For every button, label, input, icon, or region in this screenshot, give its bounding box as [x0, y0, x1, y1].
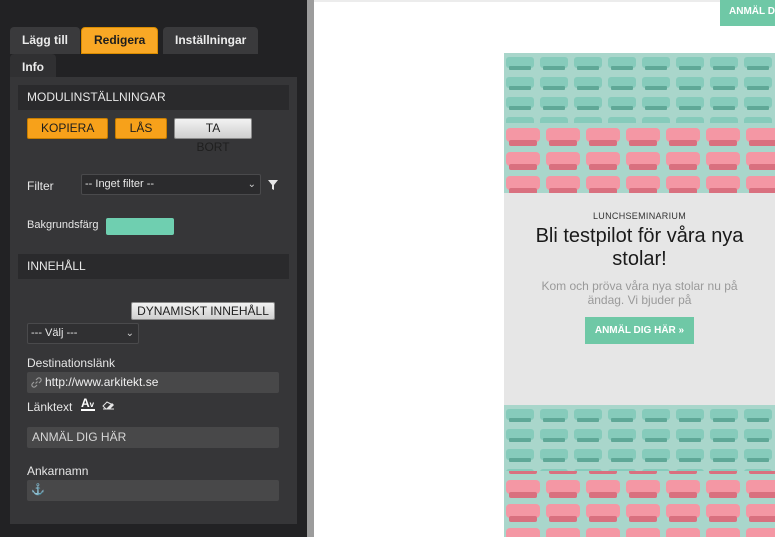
- module-settings-header: MODULINSTÄLLNINGAR: [18, 85, 289, 110]
- destination-link-label: Destinationslänk: [27, 356, 116, 370]
- tab-settings[interactable]: Inställningar: [163, 27, 259, 54]
- chevron-down-icon: ⌄: [125, 328, 134, 339]
- lock-button[interactable]: LÅS: [115, 118, 167, 139]
- link-text-label: Länktext: [27, 400, 73, 414]
- filter-funnel-icon[interactable]: [268, 180, 278, 190]
- copy-button[interactable]: KOPIERA: [27, 118, 108, 139]
- tab-add[interactable]: Lägg till: [10, 27, 80, 54]
- chevron-down-icon: ⌄: [247, 179, 256, 190]
- card-title: Bli testpilot för våra nya stolar!: [535, 225, 744, 270]
- eraser-icon[interactable]: [102, 401, 115, 410]
- preview-top-edge: [314, 0, 775, 2]
- anchor-name-input[interactable]: ⚓: [27, 480, 279, 501]
- anchor-icon: ⚓: [31, 484, 45, 496]
- hero-image-stadium-seats-2: [504, 405, 775, 537]
- editor-panel: Lägg till Redigera Inställningar Info MO…: [0, 0, 307, 537]
- tab-edit[interactable]: Redigera: [81, 27, 159, 54]
- dynamic-content-button[interactable]: DYNAMISKT INNEHÅLL: [131, 302, 275, 320]
- background-color-swatch[interactable]: [106, 218, 174, 235]
- filter-select[interactable]: -- Inget filter -- ⌄: [81, 174, 261, 195]
- content-header: INNEHÅLL: [18, 254, 289, 279]
- destination-link-input[interactable]: http://www.arkitekt.se: [27, 372, 279, 393]
- link-icon: [31, 377, 42, 388]
- content-card: LUNCHSEMINARIUM Bli testpilot för våra n…: [504, 193, 775, 405]
- destination-link-value: http://www.arkitekt.se: [45, 375, 159, 389]
- hero-image-stadium-seats: [504, 53, 775, 193]
- link-text-value: ANMÄL DIG HÄR: [32, 430, 127, 444]
- background-color-label: Bakgrundsfärg: [27, 219, 99, 231]
- card-eyebrow: LUNCHSEMINARIUM: [592, 211, 686, 221]
- delete-button[interactable]: TA BORT: [174, 118, 252, 154]
- signup-button[interactable]: ANMÄL DIG HÄR »: [585, 317, 694, 344]
- text-format-icon[interactable]: Av: [81, 397, 95, 411]
- filter-label: Filter: [27, 179, 54, 193]
- card-body-text: Kom och pröva våra nya stolar nu på ända…: [541, 279, 738, 307]
- top-cta-button[interactable]: ANMÄL DIG HÄR: [720, 0, 775, 26]
- anchor-name-label: Ankarnamn: [27, 464, 89, 478]
- choose-select[interactable]: --- Välj --- ⌄: [27, 323, 139, 344]
- filter-select-value: -- Inget filter --: [85, 178, 155, 190]
- panel-body: MODULINSTÄLLNINGAR KOPIERA LÅS TA BORT F…: [10, 77, 297, 524]
- panel-divider[interactable]: [307, 0, 314, 537]
- choose-select-value: --- Välj ---: [31, 327, 78, 339]
- link-text-input[interactable]: ANMÄL DIG HÄR: [27, 427, 279, 448]
